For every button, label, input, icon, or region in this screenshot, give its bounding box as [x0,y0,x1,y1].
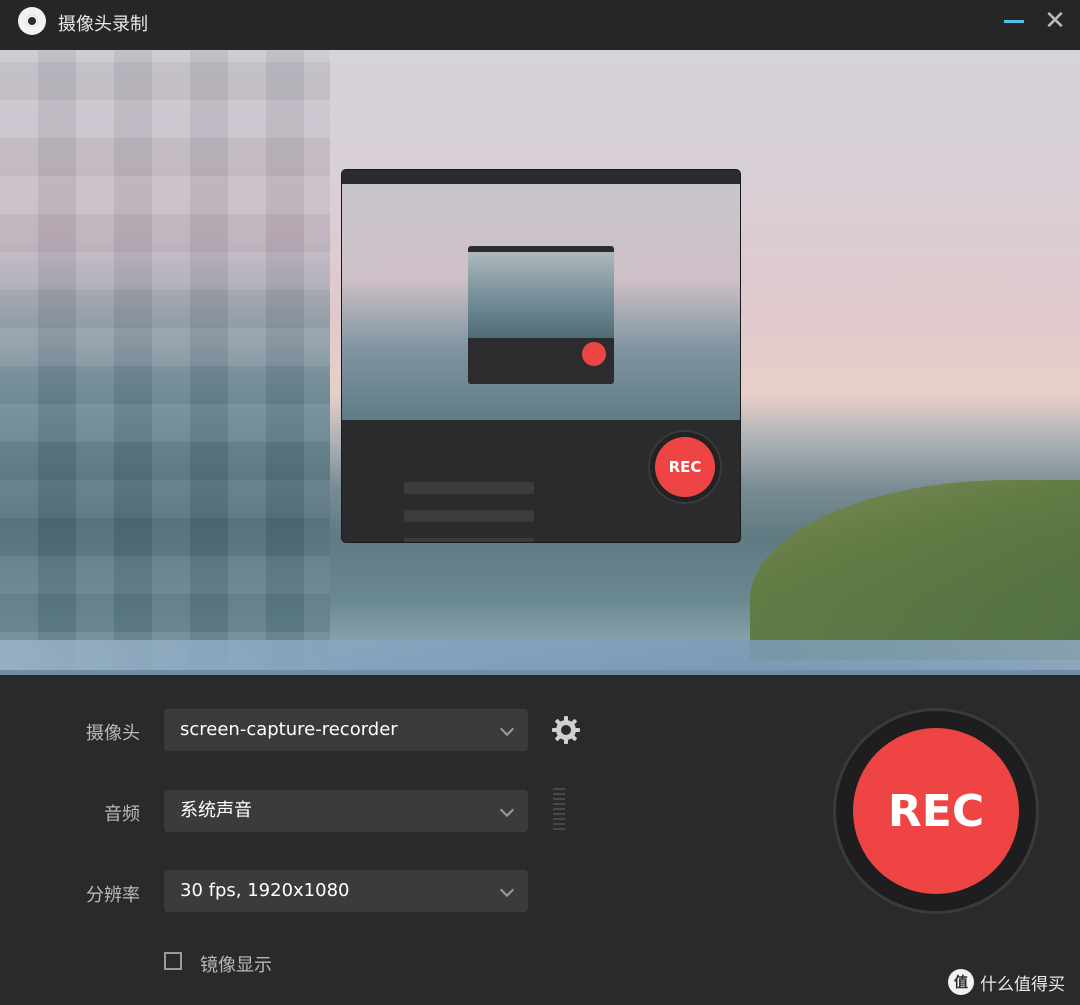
window-title: 摄像头录制 [58,14,148,35]
nested-inner-window [468,246,614,384]
watermark-logo: 值 [948,969,974,995]
gear-icon[interactable] [551,715,581,745]
record-button-ring: REC [836,711,1036,911]
mirror-checkbox[interactable] [164,952,182,970]
chevron-down-icon [499,721,515,737]
camera-select-value: screen-capture-recorder [180,719,398,740]
audio-level-meter [553,788,565,830]
camera-label: 摄像头 [86,723,140,744]
watermark-text: 什么值得买 [980,974,1065,995]
chevron-down-icon [499,882,515,898]
nested-recorder-window: REC [342,170,740,542]
watermark: 值 什么值得买 [948,964,1065,1000]
audio-label: 音频 [104,804,140,825]
preview-taskbar [0,640,1080,670]
close-icon[interactable]: ✕ [1042,8,1068,34]
preview-hill [750,480,1080,660]
nested-audio-field [404,510,534,522]
chevron-down-icon [499,802,515,818]
resolution-label: 分辨率 [86,885,140,906]
nested-camera-field [404,482,534,494]
camera-app-icon [18,7,46,35]
resolution-select[interactable]: 30 fps, 1920x1080 [164,870,528,912]
nested-inner-preview [468,252,614,338]
mirror-label[interactable]: 镜像显示 [200,951,272,977]
audio-select[interactable]: 系统声音 [164,790,528,832]
title-bar: 摄像头录制 ✕ [0,0,1080,50]
camera-select[interactable]: screen-capture-recorder [164,709,528,751]
minimize-icon[interactable] [1004,20,1024,23]
camera-preview: REC [0,50,1080,675]
resolution-select-value: 30 fps, 1920x1080 [180,880,350,901]
nested-rec-button: REC [655,437,715,497]
nested-resolution-field [404,538,534,542]
nested-preview [342,184,740,420]
nested-inner-rec [582,342,606,366]
audio-select-value: 系统声音 [180,800,252,821]
preview-mosaic [0,50,330,670]
record-button[interactable]: REC [853,728,1019,894]
nested-rec-outer: REC [650,432,720,502]
